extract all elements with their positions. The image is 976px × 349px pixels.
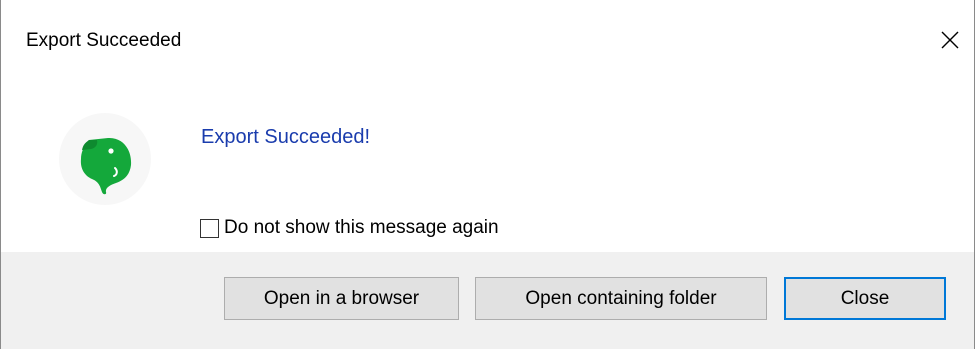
dont-show-again-checkbox-row[interactable]: Do not show this message again — [200, 216, 499, 240]
evernote-elephant-icon — [59, 113, 151, 205]
close-icon — [941, 31, 959, 49]
dont-show-again-label[interactable]: Do not show this message again — [224, 217, 499, 239]
open-in-browser-button[interactable]: Open in a browser — [224, 277, 459, 320]
window-title: Export Succeeded — [26, 30, 182, 51]
open-containing-folder-button[interactable]: Open containing folder — [475, 277, 767, 320]
export-succeeded-dialog: Export Succeeded Export Succeeded! Do no… — [0, 0, 975, 349]
title-bar: Export Succeeded — [1, 0, 974, 84]
close-window-button[interactable] — [932, 19, 968, 59]
success-message: Export Succeeded! — [201, 126, 370, 148]
close-button[interactable]: Close — [784, 277, 946, 320]
dont-show-again-checkbox[interactable] — [200, 218, 219, 238]
